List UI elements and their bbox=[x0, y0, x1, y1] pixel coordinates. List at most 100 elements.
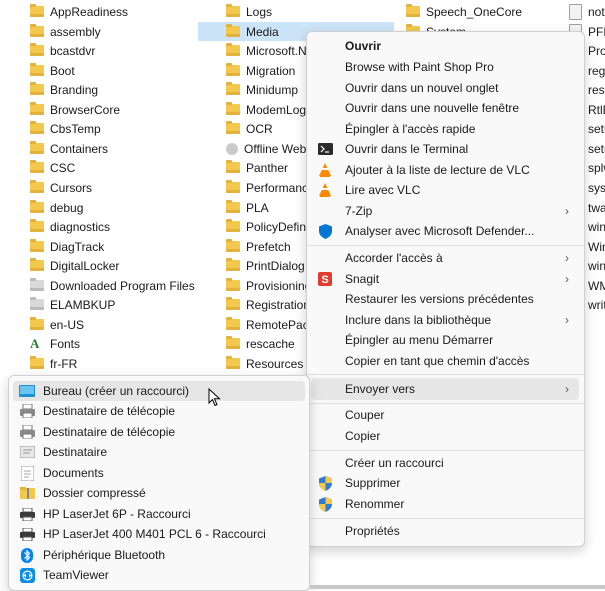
folder-icon bbox=[226, 317, 240, 330]
list-item[interactable]: Boot bbox=[30, 61, 200, 80]
menu-item-7zip[interactable]: 7-Zip › bbox=[311, 201, 579, 221]
send-to-desktop[interactable]: Bureau (créer un raccourci) bbox=[13, 381, 305, 401]
list-item[interactable]: Prefetch bbox=[226, 237, 308, 256]
menu-item-new-tab[interactable]: Ouvrir dans un nouvel onglet bbox=[311, 78, 579, 98]
list-item[interactable]: ELAMBKUP bbox=[30, 295, 200, 314]
send-to-fax-1[interactable]: Destinataire de télécopie bbox=[13, 401, 305, 421]
list-item[interactable]: fr-FR bbox=[30, 354, 200, 373]
list-item[interactable]: DiagTrack bbox=[30, 237, 200, 256]
svg-text:S: S bbox=[321, 274, 328, 286]
menu-item-restore-versions[interactable]: Restaurer les versions précédentes bbox=[311, 289, 579, 309]
defender-icon bbox=[317, 223, 333, 239]
menu-item-cut[interactable]: Couper bbox=[311, 405, 579, 425]
list-item[interactable]: Cursors bbox=[30, 178, 200, 197]
menu-separator bbox=[307, 518, 584, 519]
send-to-zip-folder[interactable]: Dossier compressé bbox=[13, 483, 305, 503]
menu-item-open-terminal[interactable]: Ouvrir dans le Terminal bbox=[311, 139, 579, 159]
folder-icon bbox=[30, 4, 44, 17]
menu-item-pin-quick-access[interactable]: Épingler à l'accès rapide bbox=[311, 119, 579, 139]
menu-item-pin-start[interactable]: Épingler au menu Démarrer bbox=[311, 330, 579, 350]
folder-icon bbox=[226, 121, 240, 134]
list-item[interactable]: PrintDialog bbox=[226, 256, 308, 275]
list-item[interactable]: PolicyDefinitions bbox=[226, 217, 308, 236]
list-item[interactable]: A Fonts bbox=[30, 334, 200, 353]
file-icon bbox=[569, 3, 582, 20]
list-item[interactable]: Speech_OneCore bbox=[406, 2, 526, 21]
menu-item-vlc-play[interactable]: Lire avec VLC bbox=[311, 180, 579, 200]
send-to-mail-recipient[interactable]: Destinataire bbox=[13, 442, 305, 462]
menu-item-create-shortcut[interactable]: Créer un raccourci bbox=[311, 453, 579, 473]
folder-icon bbox=[406, 4, 420, 17]
terminal-icon bbox=[317, 141, 333, 157]
folder-icon bbox=[226, 258, 240, 271]
list-item[interactable]: AppReadiness bbox=[30, 2, 200, 21]
menu-item-grant-access[interactable]: Accorder l'accès à › bbox=[311, 248, 579, 268]
list-item[interactable]: Registration bbox=[226, 295, 308, 314]
folder-icon bbox=[30, 317, 44, 330]
folder-icon bbox=[30, 239, 44, 252]
menu-item-new-window[interactable]: Ouvrir dans une nouvelle fenêtre bbox=[311, 98, 579, 118]
list-item[interactable]: Migration bbox=[226, 61, 308, 80]
list-item[interactable]: bcastdvr bbox=[30, 41, 200, 60]
list-item[interactable]: Logs bbox=[226, 2, 308, 21]
list-item[interactable]: CbsTemp bbox=[30, 119, 200, 138]
menu-item-defender[interactable]: Analyser avec Microsoft Defender... bbox=[311, 221, 579, 241]
menu-item-browse-paint-shop[interactable]: Browse with Paint Shop Pro bbox=[311, 57, 579, 77]
menu-item-rename[interactable]: Renommer bbox=[311, 494, 579, 514]
list-item[interactable]: Downloaded Program Files bbox=[30, 276, 200, 295]
snagit-icon: S bbox=[317, 271, 333, 287]
printer-icon bbox=[19, 526, 35, 542]
menu-item-vlc-playlist[interactable]: Ajouter à la liste de lecture de VLC bbox=[311, 160, 579, 180]
folder-icon bbox=[226, 297, 240, 310]
horizontal-scrollbar[interactable] bbox=[310, 585, 605, 589]
chevron-right-icon: › bbox=[565, 313, 569, 327]
list-item[interactable]: Minidump bbox=[226, 80, 308, 99]
list-item[interactable]: debug bbox=[30, 198, 200, 217]
send-to-fax-2[interactable]: Destinataire de télécopie bbox=[13, 422, 305, 442]
menu-item-delete[interactable]: Supprimer bbox=[311, 473, 579, 493]
list-item[interactable]: CSC bbox=[30, 158, 200, 177]
list-item[interactable]: DigitalLocker bbox=[30, 256, 200, 275]
chevron-right-icon: › bbox=[565, 272, 569, 286]
menu-item-ouvrir[interactable]: Ouvrir bbox=[311, 36, 579, 56]
list-item[interactable]: BrowserCore bbox=[30, 100, 200, 119]
list-item[interactable]: Branding bbox=[30, 80, 200, 99]
list-item[interactable]: Microsoft.NET bbox=[226, 41, 308, 60]
folder-icon bbox=[30, 102, 44, 115]
list-item[interactable]: ModemLogs bbox=[226, 100, 308, 119]
menu-separator bbox=[307, 403, 584, 404]
folder-icon bbox=[226, 4, 240, 17]
list-item[interactable]: en-US bbox=[30, 315, 200, 334]
send-to-bluetooth[interactable]: Périphérique Bluetooth bbox=[13, 545, 305, 565]
menu-separator bbox=[307, 450, 584, 451]
documents-icon bbox=[19, 465, 35, 481]
send-to-printer-6p[interactable]: HP LaserJet 6P - Raccourci bbox=[13, 504, 305, 524]
list-item[interactable]: PLA bbox=[226, 198, 308, 217]
list-item[interactable]: RemotePackages bbox=[226, 315, 308, 334]
list-item[interactable]: rescache bbox=[226, 334, 308, 353]
send-to-printer-400[interactable]: HP LaserJet 400 M401 PCL 6 - Raccourci bbox=[13, 524, 305, 544]
send-to-teamviewer[interactable]: TeamViewer bbox=[13, 565, 305, 585]
menu-item-properties[interactable]: Propriétés bbox=[311, 521, 579, 541]
send-to-documents[interactable]: Documents bbox=[13, 463, 305, 483]
list-item[interactable]: assembly bbox=[30, 22, 200, 41]
list-item[interactable]: diagnostics bbox=[30, 217, 200, 236]
list-item[interactable]: OCR bbox=[226, 119, 308, 138]
folder-icon bbox=[226, 24, 240, 37]
list-item[interactable]: Performance bbox=[226, 178, 308, 197]
menu-item-snagit[interactable]: S Snagit › bbox=[311, 269, 579, 289]
menu-item-send-to[interactable]: Envoyer vers › bbox=[311, 378, 579, 400]
menu-item-copy-path[interactable]: Copier en tant que chemin d'accès bbox=[311, 351, 579, 371]
teamviewer-icon bbox=[19, 567, 35, 583]
menu-item-include-library[interactable]: Inclure dans la bibliothèque › bbox=[311, 310, 579, 330]
list-item[interactable]: Containers bbox=[30, 139, 200, 158]
vlc-icon bbox=[317, 162, 333, 178]
list-item[interactable]: Offline Web Pages bbox=[226, 139, 308, 158]
list-item[interactable]: notepad bbox=[569, 2, 605, 21]
folder-icon bbox=[30, 82, 44, 95]
folder-icon bbox=[30, 297, 44, 310]
list-item[interactable]: Provisioning bbox=[226, 276, 308, 295]
menu-item-copy[interactable]: Copier bbox=[311, 426, 579, 446]
list-item[interactable]: Panther bbox=[226, 158, 308, 177]
list-item[interactable]: Resources bbox=[226, 354, 308, 373]
